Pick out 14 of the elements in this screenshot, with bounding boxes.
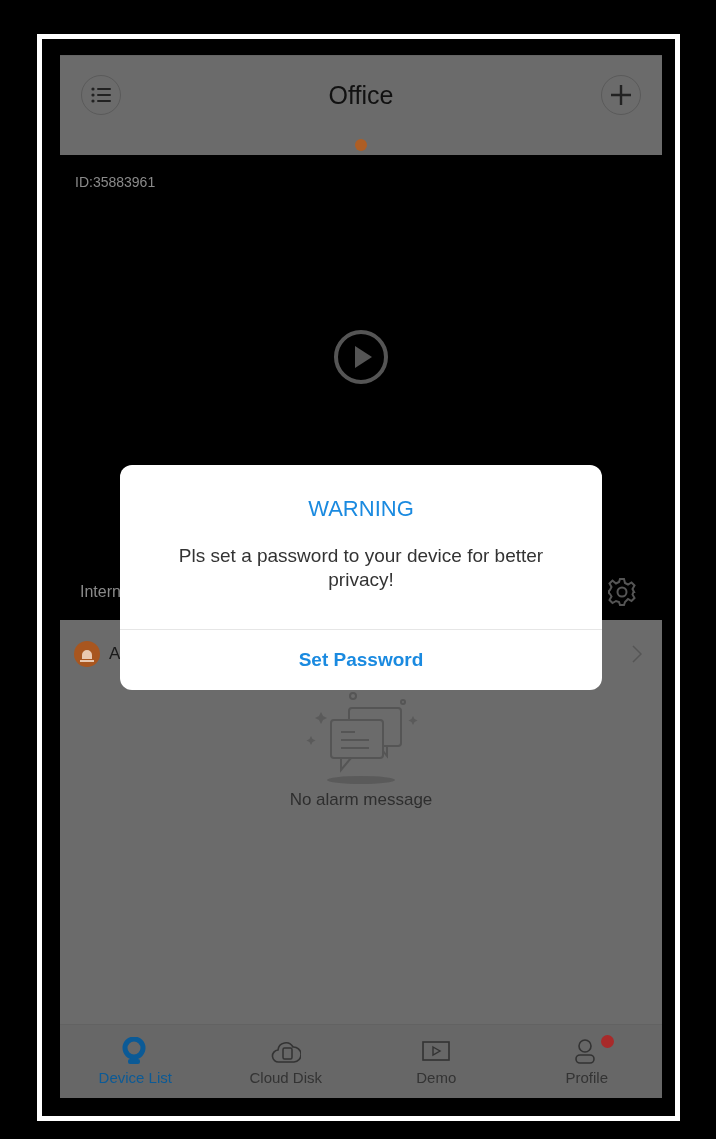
dialog-title: WARNING: [308, 496, 414, 522]
set-password-button[interactable]: Set Password: [120, 629, 602, 690]
settings-icon[interactable]: [607, 577, 637, 607]
tab-item[interactable]: Device List: [60, 1025, 211, 1098]
empty-message: No alarm message: [289, 789, 433, 810]
menu-icon: [91, 87, 111, 103]
network-label: Intern: [80, 583, 121, 601]
play-icon[interactable]: [333, 329, 389, 386]
device-id: ID:35883961: [74, 173, 157, 190]
screen-title: Office: [328, 80, 394, 110]
dialog-message: Pls set a password to your device for better privacy!: [177, 544, 545, 592]
alarm-light-icon: [74, 640, 100, 667]
alarm-label: A: [109, 643, 121, 664]
plus-icon: [610, 84, 632, 106]
